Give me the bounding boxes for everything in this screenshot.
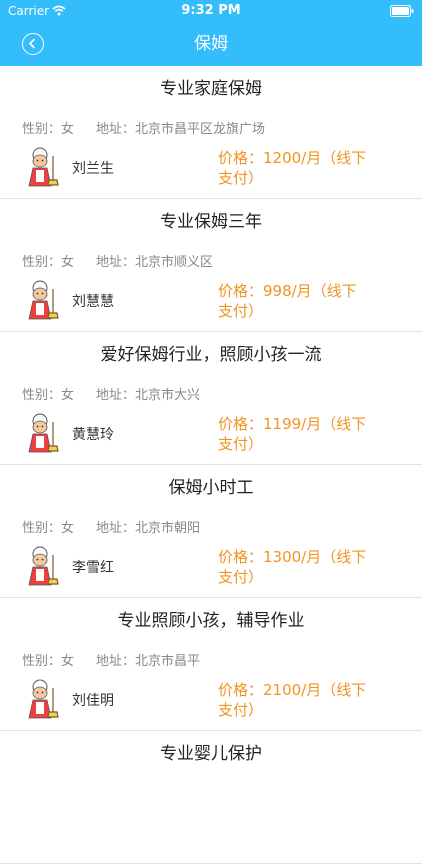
caregiver-name: 李雪红 [72,560,114,576]
address-label: 地址： [96,388,136,403]
listing-title: 专业照顾小孩，辅导作业 [117,611,305,631]
list-item[interactable]: 爱好保姆行业，照顾小孩一流 性别：女 地址：北京市大兴 黄慧玲 价格：1199/月… [0,332,422,465]
price-line: 价格：1199/月（线下 [218,415,367,433]
price-line: 支付） [218,568,264,586]
gender-value: 女 [61,388,75,403]
list-item[interactable]: 专业家庭保姆 性别：女 地址：北京市昌平区龙旗广场 刘兰生 价格：1200/月（线… [0,66,422,199]
listing-title: 保姆小时工 [168,478,254,498]
gender-value: 女 [61,521,75,536]
listing-title: 爱好保姆行业，照顾小孩一流 [100,345,322,365]
address-value: 北京市朝阳 [135,521,201,536]
nanny-avatar [28,147,59,187]
address-value: 北京市大兴 [135,388,201,403]
address-label: 地址： [96,255,136,270]
listing-title: 专业保姆三年 [160,212,262,232]
price-line: 支付） [218,169,264,187]
caregiver-name: 刘佳明 [72,693,114,709]
page-title: 保姆 [194,34,228,54]
caregiver-name: 刘慧慧 [72,294,114,310]
price-text: 价格：1200/月（线下 支付） [218,148,408,188]
price-line: 支付） [218,302,264,320]
price-text: 价格：1300/月（线下 支付） [218,547,408,587]
nanny-avatar [28,413,59,453]
address-value: 北京市顺义区 [135,255,214,270]
list-item[interactable]: 保姆小时工 性别：女 地址：北京市朝阳 李雪红 价格：1300/月（线下 支付） [0,465,422,598]
gender-label: 性别： [22,521,62,536]
price-line: 价格：998/月（线下 [218,282,357,300]
gender-label: 性别： [22,388,62,403]
gender-label: 性别： [22,654,62,669]
listing-info: 性别：女 地址：北京市顺义区 [22,251,213,270]
price-line: 支付） [218,701,264,719]
gender-label: 性别： [22,122,62,137]
price-text: 价格：998/月（线下 支付） [218,281,408,321]
listing-info: 性别：女 地址：北京市大兴 [22,384,200,403]
address-label: 地址： [96,122,136,137]
gender-value: 女 [61,122,75,137]
address-label: 地址： [96,654,136,669]
list-item[interactable]: 专业婴儿保护 [0,731,422,864]
list-item[interactable]: 专业照顾小孩，辅导作业 性别：女 地址：北京市昌平 刘佳明 价格：2100/月（线… [0,598,422,731]
caregiver-name: 刘兰生 [72,161,114,177]
gender-label: 性别： [22,255,62,270]
nanny-avatar [28,280,59,320]
status-bar: Carrier 9:32 PM [0,0,422,22]
battery-icon [390,5,414,17]
address-label: 地址： [96,521,136,536]
caregiver-list: 专业家庭保姆 性别：女 地址：北京市昌平区龙旗广场 刘兰生 价格：1200/月（线… [0,66,422,864]
caregiver-name: 黄慧玲 [72,427,114,443]
gender-value: 女 [61,654,75,669]
navigation-bar: Carrier 9:32 PM 保姆 [0,0,422,66]
nanny-avatar [28,546,59,586]
price-line: 价格：2100/月（线下 [218,681,367,699]
nanny-avatar [28,679,59,719]
status-time: 9:32 PM [181,3,241,18]
price-text: 价格：1199/月（线下 支付） [218,414,408,454]
gender-value: 女 [61,255,75,270]
price-line: 价格：1300/月（线下 [218,548,367,566]
listing-info: 性别：女 地址：北京市朝阳 [22,517,200,536]
address-value: 北京市昌平 [135,654,201,669]
list-item[interactable]: 专业保姆三年 性别：女 地址：北京市顺义区 刘慧慧 价格：998/月（线下 支付） [0,199,422,332]
listing-info: 性别：女 地址：北京市昌平区龙旗广场 [22,118,265,137]
price-line: 支付） [218,435,264,453]
listing-title: 专业家庭保姆 [160,79,262,99]
price-text: 价格：2100/月（线下 支付） [218,680,408,720]
listing-title: 专业婴儿保护 [160,744,262,764]
price-line: 价格：1200/月（线下 [218,149,367,167]
listing-info: 性别：女 地址：北京市昌平 [22,650,200,669]
address-value: 北京市昌平区龙旗广场 [135,122,266,137]
